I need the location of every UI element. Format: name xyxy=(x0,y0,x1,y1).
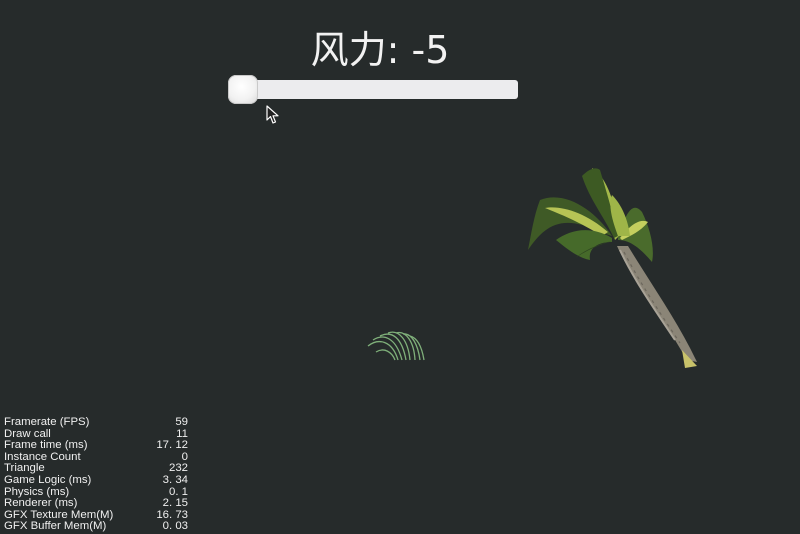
stat-value: 0. 03 xyxy=(162,520,188,533)
wind-slider-handle[interactable] xyxy=(228,75,258,104)
grass-tuft xyxy=(367,331,425,361)
wind-strength-label: 风力: -5 xyxy=(310,28,450,72)
palm-tree xyxy=(528,168,697,368)
stat-label: Framerate (FPS) xyxy=(4,416,90,428)
stat-row: Framerate (FPS) 59 xyxy=(4,416,188,429)
stat-label: Renderer (ms) xyxy=(4,497,78,510)
wind-slider[interactable] xyxy=(228,75,518,104)
stat-row: Renderer (ms) 2. 15 xyxy=(4,498,188,510)
stat-value: 3. 34 xyxy=(162,473,188,486)
mouse-cursor-icon xyxy=(266,105,279,124)
wind-slider-track[interactable] xyxy=(229,80,518,99)
stat-label: GFX Buffer Mem(M) xyxy=(4,520,107,533)
debug-stats-panel: Framerate (FPS) 59 Draw call 11 Frame time (… xyxy=(4,416,188,533)
stat-row: GFX Buffer Mem(M) 0. 03 xyxy=(4,521,188,533)
stat-value: 59 xyxy=(175,416,188,428)
stat-value: 2. 15 xyxy=(162,497,188,510)
stat-row: Game Logic (ms) 3. 34 xyxy=(4,473,188,487)
stat-label: Game Logic (ms) xyxy=(4,473,92,486)
